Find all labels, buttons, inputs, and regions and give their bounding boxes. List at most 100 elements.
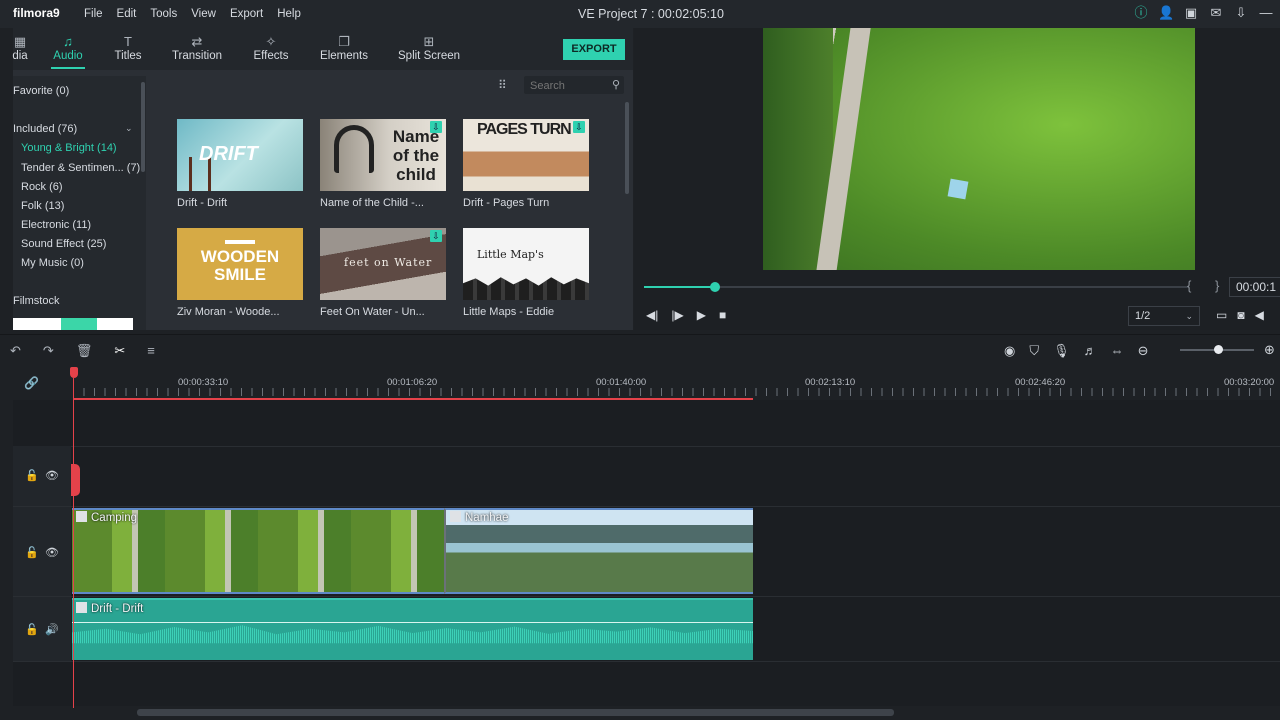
download-icon[interactable]: ⇩ — [1233, 5, 1249, 21]
audio-card-name-of-the-child[interactable]: Name of the child ⇩ Name of the Child -.… — [320, 119, 446, 209]
save-icon[interactable]: ▣ — [1183, 5, 1199, 21]
tab-transition[interactable]: ⇄ Transition — [171, 34, 223, 62]
grid-view-icon[interactable]: ⠿ — [498, 78, 507, 92]
filmstock-thumbnail[interactable] — [13, 318, 133, 330]
menu-file[interactable]: File — [84, 8, 103, 20]
sidebar-item-favorite[interactable]: Favorite (0) — [13, 85, 69, 97]
sidebar-item-electronic[interactable]: Electronic (11) — [21, 219, 91, 231]
lock-icon[interactable]: 🔓 — [25, 469, 39, 482]
volume-line[interactable] — [72, 622, 753, 623]
minimize-icon[interactable]: — — [1258, 5, 1274, 21]
audio-card-wooden-smile[interactable]: WOODEN SMILE Ziv Moran - Woode... — [177, 228, 303, 318]
cut-icon[interactable]: ✂ — [114, 343, 125, 359]
tab-titles[interactable]: T Titles — [112, 34, 144, 62]
ruler-label: 00:03:20:00 — [1224, 377, 1275, 388]
snapshot-icon[interactable]: ◙ — [1237, 308, 1244, 322]
sidebar-item-sound-effect[interactable]: Sound Effect (25) — [21, 238, 106, 250]
mail-icon[interactable]: ✉ — [1208, 5, 1224, 21]
preview-panel: { } 00:00:1 ◀| |▶ ▶ ■ 1/2 ⌄ ▭ ◙ ◀ — [634, 28, 1280, 330]
audio-card-drift[interactable]: DRIFT Drift - Drift — [177, 119, 303, 209]
export-button[interactable]: EXPORT — [563, 39, 625, 60]
tab-effects[interactable]: ✧ Effects — [251, 34, 291, 62]
timeline-ruler[interactable]: 🔗 00:00:33:10 00:01:06:20 00:01:40:00 00… — [0, 366, 1280, 400]
sidebar-item-young-bright[interactable]: Young & Bright (14) — [21, 142, 117, 154]
undo-icon[interactable]: ↶ — [10, 343, 21, 359]
microphone-icon[interactable]: 🎙 — [1053, 343, 1070, 359]
window-controls: ⓘ 👤 ▣ ✉ ⇩ — — [1133, 5, 1274, 21]
sidebar-item-filmstock[interactable]: Filmstock — [13, 295, 59, 307]
progress-fill — [644, 286, 715, 288]
headphones-art — [334, 125, 374, 173]
mark-in-out-icon[interactable]: { } — [1187, 278, 1229, 293]
search-input[interactable] — [524, 77, 600, 95]
tab-audio[interactable]: ♫ Audio — [51, 34, 85, 69]
speaker-icon[interactable]: 🔊 — [45, 623, 59, 636]
link-icon[interactable]: 🔗 — [24, 376, 39, 390]
audio-mixer-icon[interactable]: ♬ — [1084, 343, 1097, 359]
delete-icon[interactable]: 🗑 — [76, 343, 93, 359]
download-icon[interactable]: ⇩ — [573, 121, 585, 133]
track-header-overlay: 🔓 👁 — [13, 446, 71, 506]
sidebar-item-folk[interactable]: Folk (13) — [21, 200, 64, 212]
account-icon[interactable]: 👤 — [1158, 5, 1174, 21]
video-clip-namhae[interactable]: Namhae — [444, 508, 753, 594]
info-icon[interactable]: ⓘ — [1133, 5, 1149, 21]
play-icon[interactable]: ▶ — [697, 308, 706, 322]
sidebar-item-included[interactable]: Included (76) — [13, 123, 77, 135]
eye-icon[interactable]: 👁 — [45, 469, 59, 482]
redo-icon[interactable]: ↷ — [43, 343, 54, 359]
step-back-icon[interactable]: ◀| — [646, 308, 658, 322]
menu-export[interactable]: Export — [230, 8, 263, 20]
sidebar-item-my-music[interactable]: My Music (0) — [21, 257, 84, 269]
zoom-out-icon[interactable]: ⊖ — [1138, 343, 1149, 359]
sidebar-scrollbar[interactable] — [141, 82, 145, 172]
audio-card-pages-turn[interactable]: PAGES TURN ⇩ Drift - Pages Turn — [463, 119, 589, 209]
transport-controls: ◀| |▶ ▶ ■ — [646, 308, 726, 322]
video-clip-camping[interactable]: Camping — [72, 508, 444, 594]
audio-card-little-maps[interactable]: Little Map's Little Maps - Eddie — [463, 228, 589, 318]
audio-thumbnail: feet on Water ⇩ — [320, 228, 446, 300]
elements-icon: ❐ — [338, 34, 350, 49]
marker-icon[interactable]: ⛉ — [1029, 343, 1039, 359]
download-icon[interactable]: ⇩ — [430, 230, 442, 242]
audio-card-label: Little Maps - Eddie — [463, 306, 555, 318]
audio-card-feet-on-water[interactable]: feet on Water ⇩ Feet On Water - Un... — [320, 228, 446, 318]
zoom-in-icon[interactable]: ⊕ — [1264, 342, 1275, 358]
chevron-down-icon[interactable]: ⌄ — [125, 123, 133, 134]
video-clip-icon — [450, 511, 461, 522]
stop-icon[interactable]: ■ — [719, 308, 726, 322]
tab-elements[interactable]: ❐ Elements — [318, 34, 370, 62]
volume-icon[interactable]: ◀ — [1255, 308, 1264, 322]
playback-progress-bar[interactable] — [644, 282, 1189, 292]
menu-tools[interactable]: Tools — [150, 8, 177, 20]
eye-icon[interactable]: 👁 — [45, 546, 59, 559]
sidebar-item-tender[interactable]: Tender & Sentimen... (7) — [21, 162, 140, 174]
media-icon: ▦ — [13, 34, 27, 49]
menu-view[interactable]: View — [191, 8, 216, 20]
tab-media[interactable]: ▦ dia — [11, 34, 29, 62]
menubar: filmora9 File Edit Tools View Export Hel… — [0, 0, 1280, 28]
lock-icon[interactable]: 🔓 — [25, 623, 39, 636]
sidebar-item-rock[interactable]: Rock (6) — [21, 181, 63, 193]
display-settings-icon[interactable]: ▭ — [1216, 308, 1227, 322]
playback-quality-select[interactable]: 1/2 ⌄ — [1128, 306, 1200, 326]
download-icon[interactable]: ⇩ — [430, 121, 442, 133]
step-forward-icon[interactable]: |▶ — [671, 308, 683, 322]
timeline-horizontal-scrollbar[interactable] — [137, 709, 894, 716]
tab-split-screen[interactable]: ⊞ Split Screen — [398, 34, 460, 62]
ruler-label: 00:00:33:10 — [178, 377, 229, 388]
search-icon[interactable]: ⚲ — [612, 78, 620, 91]
lock-icon[interactable]: 🔓 — [25, 546, 39, 559]
playhead-grip[interactable] — [71, 464, 80, 496]
fit-timeline-icon[interactable]: ⇔ — [1111, 343, 1124, 359]
audio-clip-drift[interactable]: Drift - Drift — [72, 598, 753, 660]
render-icon[interactable]: ◉ — [1004, 343, 1015, 359]
library-scrollbar[interactable] — [625, 102, 629, 194]
progress-knob[interactable] — [709, 282, 720, 292]
media-panel: ▦ dia ♫ Audio T Titles ⇄ Transition ✧ Ef… — [11, 28, 633, 330]
menu-edit[interactable]: Edit — [117, 8, 137, 20]
adjust-icon[interactable]: ≡ — [147, 343, 155, 359]
menu-help[interactable]: Help — [277, 8, 301, 20]
zoom-slider-knob[interactable] — [1214, 345, 1223, 354]
playhead-handle[interactable] — [70, 367, 78, 378]
